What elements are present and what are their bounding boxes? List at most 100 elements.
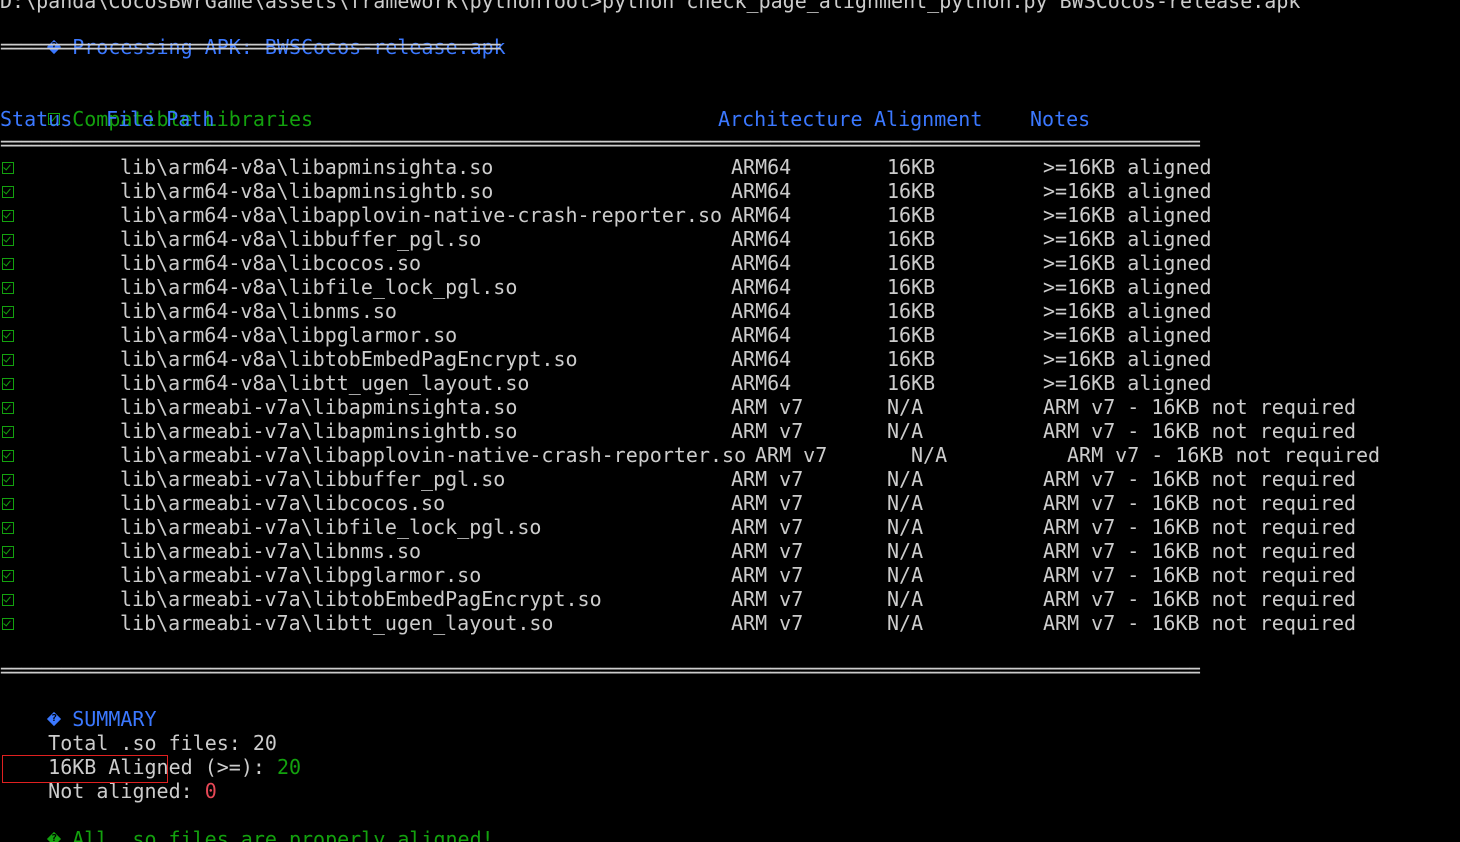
- summary-aligned: 16KB Aligned (>=): 20: [0, 731, 301, 779]
- architecture-cell: ARM64: [731, 155, 792, 179]
- check-box-icon: [2, 426, 14, 438]
- summary-total: Total .so files: 20: [0, 707, 277, 755]
- alignment-cell: N/A: [887, 515, 924, 539]
- terminal-window[interactable]: D:\panda\CocosBWrGame\assets\framework\p…: [0, 0, 1460, 842]
- file-path-cell: lib\arm64-v8a\libapplovin-native-crash-r…: [120, 203, 723, 227]
- check-box-icon: [2, 354, 14, 366]
- status-cell: [2, 420, 14, 444]
- status-cell: [2, 540, 14, 564]
- notes-cell: ARM v7 - 16KB not required: [1043, 395, 1357, 419]
- summary-aligned-value: 20: [276, 755, 302, 779]
- table-row: lib\armeabi-v7a\libtobEmbedPagEncrypt.so…: [0, 587, 1460, 611]
- check-box-icon: [2, 594, 14, 606]
- alignment-cell: N/A: [887, 587, 924, 611]
- check-box-icon: [2, 498, 14, 510]
- alignment-cell: 16KB: [887, 347, 936, 371]
- summary-not-aligned-value: 0: [204, 779, 217, 803]
- table-row: lib\arm64-v8a\libnms.so ARM64 16KB >=16KB a…: [0, 299, 1460, 323]
- header-architecture: Architecture: [718, 107, 863, 131]
- check-box-icon: [2, 402, 14, 414]
- notes-cell: >=16KB aligned: [1043, 347, 1212, 371]
- alignment-cell: N/A: [887, 539, 924, 563]
- table-row: lib\armeabi-v7a\libnms.so ARM v7 N/A ARM v7…: [0, 539, 1460, 563]
- table-header: Status File Path Architecture Alignment …: [0, 107, 1460, 131]
- architecture-cell: ARM64: [731, 347, 792, 371]
- processing-line: Processing APK: BWSCocos-release.apk: [0, 11, 506, 59]
- status-cell: [2, 276, 14, 300]
- alignment-cell: 16KB: [887, 299, 936, 323]
- table-row: lib\arm64-v8a\libfile_lock_pgl.so ARM64 16…: [0, 275, 1460, 299]
- notes-cell: >=16KB aligned: [1043, 179, 1212, 203]
- architecture-cell: ARM v7: [731, 611, 804, 635]
- diamond-icon: [48, 827, 60, 842]
- alignment-cell: 16KB: [887, 155, 936, 179]
- file-path-cell: lib\armeabi-v7a\libcocos.so: [120, 491, 446, 515]
- status-cell: [2, 444, 14, 468]
- separator-long-bottom: ========================================…: [0, 658, 1201, 682]
- file-path-cell: lib\armeabi-v7a\libapminsightb.so: [120, 419, 518, 443]
- table-row: lib\armeabi-v7a\libtt_ugen_layout.so ARM …: [0, 611, 1460, 635]
- alignment-cell: 16KB: [887, 203, 936, 227]
- file-path-cell: lib\arm64-v8a\libbuffer_pgl.so: [120, 227, 482, 251]
- header-alignment: Alignment: [874, 107, 983, 131]
- status-cell: [2, 300, 14, 324]
- file-path-cell: lib\armeabi-v7a\libapminsighta.so: [120, 395, 518, 419]
- status-cell: [2, 516, 14, 540]
- notes-cell: ARM v7 - 16KB not required: [1043, 587, 1357, 611]
- alignment-cell: N/A: [887, 611, 924, 635]
- architecture-cell: ARM v7: [755, 443, 828, 467]
- notes-cell: >=16KB aligned: [1043, 227, 1212, 251]
- notes-cell: ARM v7 - 16KB not required: [1043, 563, 1357, 587]
- check-box-icon: [2, 162, 14, 174]
- architecture-cell: ARM64: [731, 275, 792, 299]
- status-cell: [2, 228, 14, 252]
- notes-cell: >=16KB aligned: [1043, 371, 1212, 395]
- alignment-cell: 16KB: [887, 227, 936, 251]
- architecture-cell: ARM64: [731, 203, 792, 227]
- header-file-path: File Path: [106, 107, 215, 131]
- status-cell: [2, 588, 14, 612]
- table-row: lib\arm64-v8a\libpglarmor.so ARM64 16KB >=1…: [0, 323, 1460, 347]
- file-path-cell: lib\armeabi-v7a\libtt_ugen_layout.so: [120, 611, 554, 635]
- architecture-cell: ARM v7: [731, 419, 804, 443]
- architecture-cell: ARM64: [731, 299, 792, 323]
- status-cell: [2, 564, 14, 588]
- table-row: lib\arm64-v8a\libtobEmbedPagEncrypt.so AR…: [0, 347, 1460, 371]
- notes-cell: ARM v7 - 16KB not required: [1043, 491, 1357, 515]
- file-path-cell: lib\armeabi-v7a\libtobEmbedPagEncrypt.so: [120, 587, 602, 611]
- alignment-cell: N/A: [887, 419, 924, 443]
- check-box-icon: [2, 546, 14, 558]
- architecture-cell: ARM v7: [731, 395, 804, 419]
- architecture-cell: ARM v7: [731, 563, 804, 587]
- check-box-icon: [2, 330, 14, 342]
- file-path-cell: lib\armeabi-v7a\libnms.so: [120, 539, 422, 563]
- architecture-cell: ARM64: [731, 371, 792, 395]
- section-title-line: Compatible Libraries: [0, 83, 313, 131]
- notes-cell: ARM v7 - 16KB not required: [1043, 419, 1357, 443]
- alignment-cell: 16KB: [887, 251, 936, 275]
- check-box-icon: [2, 474, 14, 486]
- status-cell: [2, 612, 14, 636]
- table-row: lib\armeabi-v7a\libapminsightb.so ARM v7 N…: [0, 419, 1460, 443]
- table-row: lib\arm64-v8a\libapplovin-native-crash-r…: [0, 203, 1460, 227]
- alignment-cell: N/A: [911, 443, 948, 467]
- table-row: lib\arm64-v8a\libtt_ugen_layout.so ARM64 1…: [0, 371, 1460, 395]
- alignment-cell: 16KB: [887, 323, 936, 347]
- notes-cell: >=16KB aligned: [1043, 323, 1212, 347]
- header-status: Status: [0, 107, 73, 131]
- architecture-cell: ARM64: [731, 227, 792, 251]
- header-notes: Notes: [1030, 107, 1091, 131]
- status-cell: [2, 324, 14, 348]
- file-path-cell: lib\arm64-v8a\libcocos.so: [120, 251, 422, 275]
- file-path-cell: lib\armeabi-v7a\libpglarmor.so: [120, 563, 482, 587]
- file-path-cell: lib\armeabi-v7a\libbuffer_pgl.so: [120, 467, 506, 491]
- architecture-cell: ARM v7: [731, 467, 804, 491]
- notes-cell: >=16KB aligned: [1043, 251, 1212, 275]
- alignment-cell: 16KB: [887, 179, 936, 203]
- status-cell: [2, 468, 14, 492]
- check-box-icon: [2, 378, 14, 390]
- alignment-cell: 16KB: [887, 275, 936, 299]
- notes-cell: >=16KB aligned: [1043, 299, 1212, 323]
- file-path-cell: lib\arm64-v8a\libtobEmbedPagEncrypt.so: [120, 347, 578, 371]
- table-row: lib\arm64-v8a\libbuffer_pgl.so ARM64 16KB >…: [0, 227, 1460, 251]
